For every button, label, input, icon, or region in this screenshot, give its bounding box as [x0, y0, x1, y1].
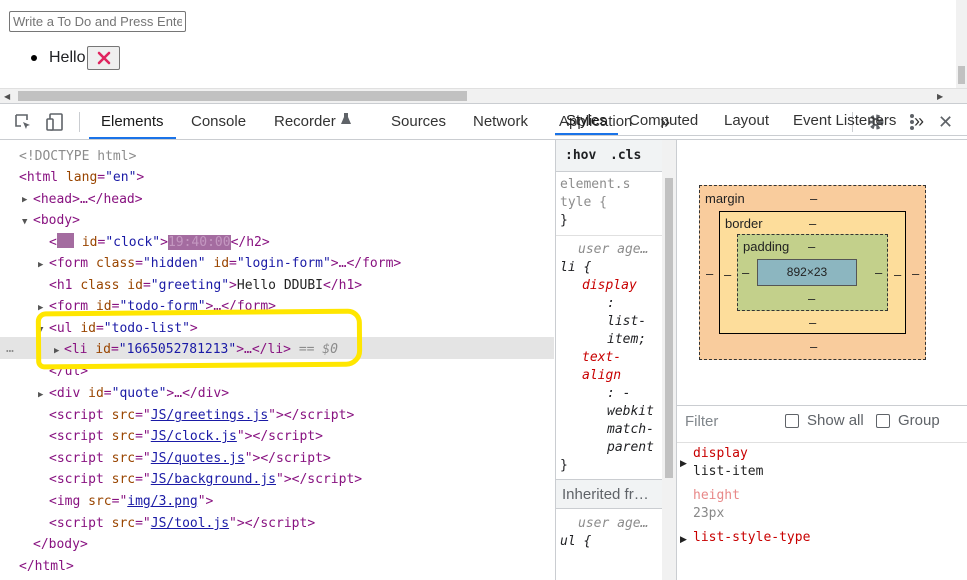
margin-left-value: –	[706, 266, 714, 281]
todo-item-text: Hello	[49, 49, 86, 66]
styles-pane: :hov .cls element.s tyle { } user age… l…	[555, 140, 676, 580]
padding-bottom-value: –	[808, 291, 816, 306]
expand-triangle-icon[interactable]: ▶	[22, 195, 27, 205]
script-node[interactable]: <script src="JS/clock.js"></script>	[49, 426, 323, 447]
padding-top-value: –	[808, 239, 816, 254]
group-checkbox[interactable]: Group	[876, 412, 940, 429]
device-toolbar-icon[interactable]	[45, 112, 65, 132]
tab-styles[interactable]: Styles	[555, 104, 618, 135]
styles-subtabs: Styles Computed Layout Event Listeners »	[555, 104, 967, 136]
border-label: border	[725, 216, 763, 231]
expand-triangle-icon[interactable]: ▶	[680, 458, 687, 469]
box-model-margin: margin – – – – border – – – – padding – …	[699, 185, 926, 360]
box-model-padding: padding – – – – 892×23	[737, 234, 888, 311]
computed-value-height: 23px	[693, 506, 725, 521]
padding-label: padding	[743, 239, 790, 254]
padding-left-value: –	[742, 265, 750, 280]
delete-todo-button[interactable]	[87, 46, 121, 70]
border-right-value: –	[894, 267, 902, 282]
tab-layout[interactable]: Layout	[724, 104, 769, 135]
script-node[interactable]: <script src="JS/tool.js"></script>	[49, 513, 315, 534]
inherited-from-label: Inherited fr…	[562, 486, 649, 503]
quote-node[interactable]: <div id="quote">…</div>	[49, 383, 229, 404]
cls-toggle[interactable]: .cls	[610, 145, 641, 166]
tab-recorder[interactable]: Recorder	[274, 104, 352, 139]
margin-right-value: –	[912, 266, 920, 281]
page-horizontal-scrollbar[interactable]: ◀ ▶	[0, 88, 967, 103]
border-left-value: –	[724, 267, 732, 282]
padding-right-value: –	[875, 265, 883, 280]
styles-scrollbar[interactable]	[662, 140, 676, 580]
expand-triangle-icon[interactable]: ▶	[38, 390, 43, 400]
collapse-triangle-icon[interactable]: ▼	[22, 217, 27, 227]
show-all-checkbox[interactable]: Show all	[785, 412, 864, 429]
expand-triangle-icon[interactable]: ▶	[38, 260, 43, 270]
img-node[interactable]: <img src="img/3.png">	[49, 491, 213, 512]
html-close-node[interactable]: </html>	[19, 556, 74, 577]
body-close-node[interactable]: </body>	[33, 534, 88, 555]
more-subtabs-icon[interactable]: »	[914, 104, 924, 135]
todo-input[interactable]	[9, 11, 186, 32]
computed-prop-list-style-type[interactable]: list-style-type	[693, 527, 810, 548]
scroll-thumb[interactable]	[18, 91, 467, 101]
node-menu-icon[interactable]: …	[6, 338, 14, 359]
scroll-right-icon[interactable]: ▶	[937, 92, 943, 101]
script-node[interactable]: <script src="JS/quotes.js"></script>	[49, 448, 331, 469]
flask-icon	[340, 113, 351, 124]
tab-event-listeners[interactable]: Event Listeners	[793, 104, 896, 135]
margin-bottom-value: –	[810, 339, 818, 354]
box-model-content: 892×23	[757, 259, 857, 286]
inspected-page: Hello	[0, 0, 967, 88]
script-node[interactable]: <script src="JS/greetings.js"></script>	[49, 405, 354, 426]
close-icon	[97, 51, 111, 65]
show-all-label: Show all	[807, 412, 864, 429]
todo-item: Hello	[31, 46, 121, 70]
ul-selector[interactable]: ul {	[560, 531, 591, 552]
clock-node[interactable]: < id="clock">19:40:00</h2>	[49, 232, 270, 253]
computed-filter-input[interactable]: Filter	[685, 413, 718, 430]
css-value-line: parent	[607, 440, 654, 455]
head-node[interactable]: <head>…</head>	[33, 189, 143, 210]
clock-time-text: 19:40:00	[167, 235, 231, 250]
body-node[interactable]: <body>	[33, 210, 80, 231]
brace: }	[560, 213, 568, 228]
margin-top-value: –	[810, 191, 818, 206]
tab-computed[interactable]: Computed	[629, 104, 698, 135]
border-top-value: –	[809, 216, 817, 231]
tab-network[interactable]: Network	[473, 104, 528, 139]
scroll-left-icon[interactable]: ◀	[4, 92, 10, 101]
html-node[interactable]: <html lang="en">	[19, 167, 144, 188]
tab-sources[interactable]: Sources	[391, 104, 446, 139]
expand-triangle-icon[interactable]: ▶	[680, 534, 687, 545]
doctype-node[interactable]: <!DOCTYPE html>	[19, 146, 136, 167]
greeting-node[interactable]: <h1 class id="greeting">Hello DDUBI</h1>	[49, 275, 362, 296]
tab-recorder-label: Recorder	[274, 113, 336, 130]
login-form-node[interactable]: <form class="hidden" id="login-form">…</…	[49, 253, 401, 274]
page-vertical-scrollbar[interactable]	[956, 0, 967, 88]
h2-tag-obscured	[56, 233, 74, 248]
script-node[interactable]: <script src="JS/background.js"></script>	[49, 469, 362, 490]
margin-label: margin	[705, 191, 745, 206]
highlight-annotation	[35, 308, 363, 370]
list-bullet	[31, 55, 37, 61]
tab-elements[interactable]: Elements	[89, 104, 176, 139]
brace: }	[560, 458, 568, 473]
box-model-border: border – – – – padding – – – – 892×23	[719, 211, 906, 334]
computed-value-display: list-item	[693, 464, 764, 479]
computed-pane: margin – – – – border – – – – padding – …	[676, 140, 967, 580]
border-bottom-value: –	[809, 315, 817, 330]
tab-console[interactable]: Console	[191, 104, 246, 139]
hov-toggle[interactable]: :hov	[565, 145, 596, 166]
group-label: Group	[898, 412, 940, 429]
inspect-element-icon[interactable]	[13, 112, 33, 132]
